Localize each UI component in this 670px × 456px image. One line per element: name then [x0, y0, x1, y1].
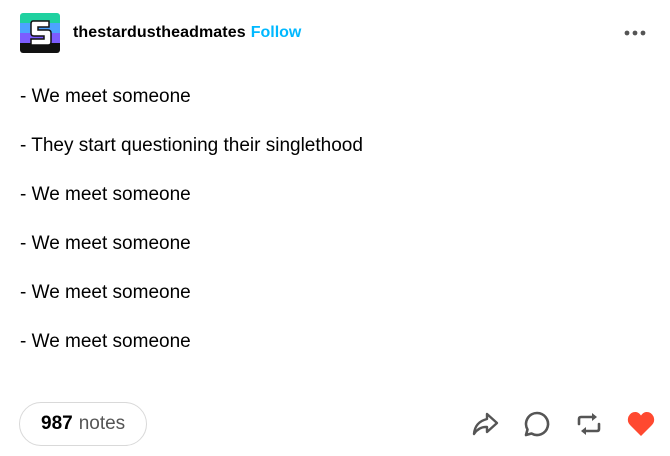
post-text-line: - We meet someone: [20, 233, 191, 254]
reblog-icon[interactable]: [574, 409, 604, 439]
post-body: - We meet someone - They start questioni…: [20, 84, 650, 378]
notes-label: notes: [78, 413, 126, 434]
notes-count: 987: [41, 413, 73, 434]
tumblr-post: thestardustheadmates Follow - We meet so…: [0, 0, 670, 456]
reply-icon[interactable]: [522, 409, 552, 439]
like-heart-icon[interactable]: [626, 409, 656, 439]
post-text-line: - We meet someone: [20, 331, 191, 352]
blog-avatar[interactable]: [20, 13, 60, 53]
post-text-line: - We meet someone: [20, 184, 191, 205]
post-text-line: - We meet someone: [20, 282, 191, 303]
avatar-logo-icon: [20, 13, 60, 53]
blog-name-link[interactable]: thestardustheadmates: [73, 24, 246, 42]
notes-button[interactable]: 987 notes: [19, 402, 148, 446]
share-icon[interactable]: [470, 409, 500, 439]
post-text-line: - They start questioning their singletho…: [20, 135, 363, 156]
more-options-icon[interactable]: [622, 25, 648, 41]
follow-button[interactable]: Follow: [251, 24, 302, 42]
post-text-line: - We meet someone: [20, 86, 191, 107]
post-header: thestardustheadmates Follow: [20, 13, 650, 53]
post-actions: [448, 406, 656, 442]
